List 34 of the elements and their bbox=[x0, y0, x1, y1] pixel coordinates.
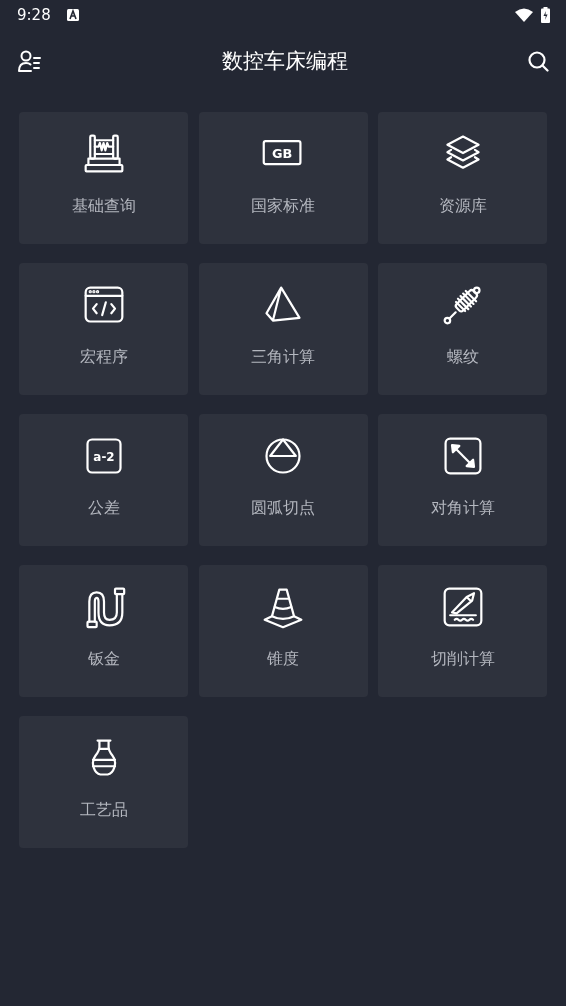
profile-menu-icon[interactable] bbox=[18, 50, 42, 72]
tool-tile[interactable]: 锥度 bbox=[198, 565, 368, 697]
tile-label: 三角计算 bbox=[251, 347, 315, 368]
tool-tile[interactable]: 圆弧切点 bbox=[198, 414, 368, 546]
battery-icon bbox=[541, 7, 550, 23]
tool-tile[interactable]: 切削计算 bbox=[378, 565, 547, 697]
tool-tile[interactable]: 宏程序 bbox=[19, 263, 188, 395]
search-icon[interactable] bbox=[528, 50, 549, 72]
tool-tile[interactable]: 资源库 bbox=[378, 112, 547, 244]
tile-label: 钣金 bbox=[87, 649, 120, 670]
tile-label: 资源库 bbox=[438, 196, 487, 217]
tool-tile[interactable]: a-2 公差 bbox=[19, 414, 188, 546]
status-time: 9:28 bbox=[17, 6, 51, 24]
tile-label: 公差 bbox=[87, 498, 120, 519]
tool-tile[interactable]: 工艺品 bbox=[19, 716, 188, 848]
tool-tile[interactable]: 对角计算 bbox=[378, 414, 547, 546]
tile-label: 螺纹 bbox=[446, 347, 479, 368]
tool-tile[interactable]: 螺纹 bbox=[378, 263, 547, 395]
tool-tile[interactable]: 三角计算 bbox=[198, 263, 368, 395]
tile-label: 国家标准 bbox=[251, 196, 315, 217]
tool-tile[interactable]: GB 国家标准 bbox=[198, 112, 368, 244]
app-title: 数控车床编程 bbox=[222, 48, 348, 75]
notification-icon bbox=[66, 9, 79, 21]
tile-label: 切削计算 bbox=[430, 649, 495, 670]
tool-tile[interactable]: 基础查询 bbox=[19, 112, 188, 244]
tile-label: 基础查询 bbox=[71, 196, 136, 217]
tile-label: 锥度 bbox=[267, 649, 299, 670]
tile-label: 宏程序 bbox=[79, 347, 128, 368]
tile-label: 圆弧切点 bbox=[251, 498, 315, 519]
tool-tile[interactable]: 钣金 bbox=[19, 565, 188, 697]
wifi-icon bbox=[515, 8, 533, 22]
tile-label: 工艺品 bbox=[79, 800, 128, 821]
tile-label: 对角计算 bbox=[430, 498, 495, 519]
traffic-cone-icon bbox=[261, 585, 305, 629]
